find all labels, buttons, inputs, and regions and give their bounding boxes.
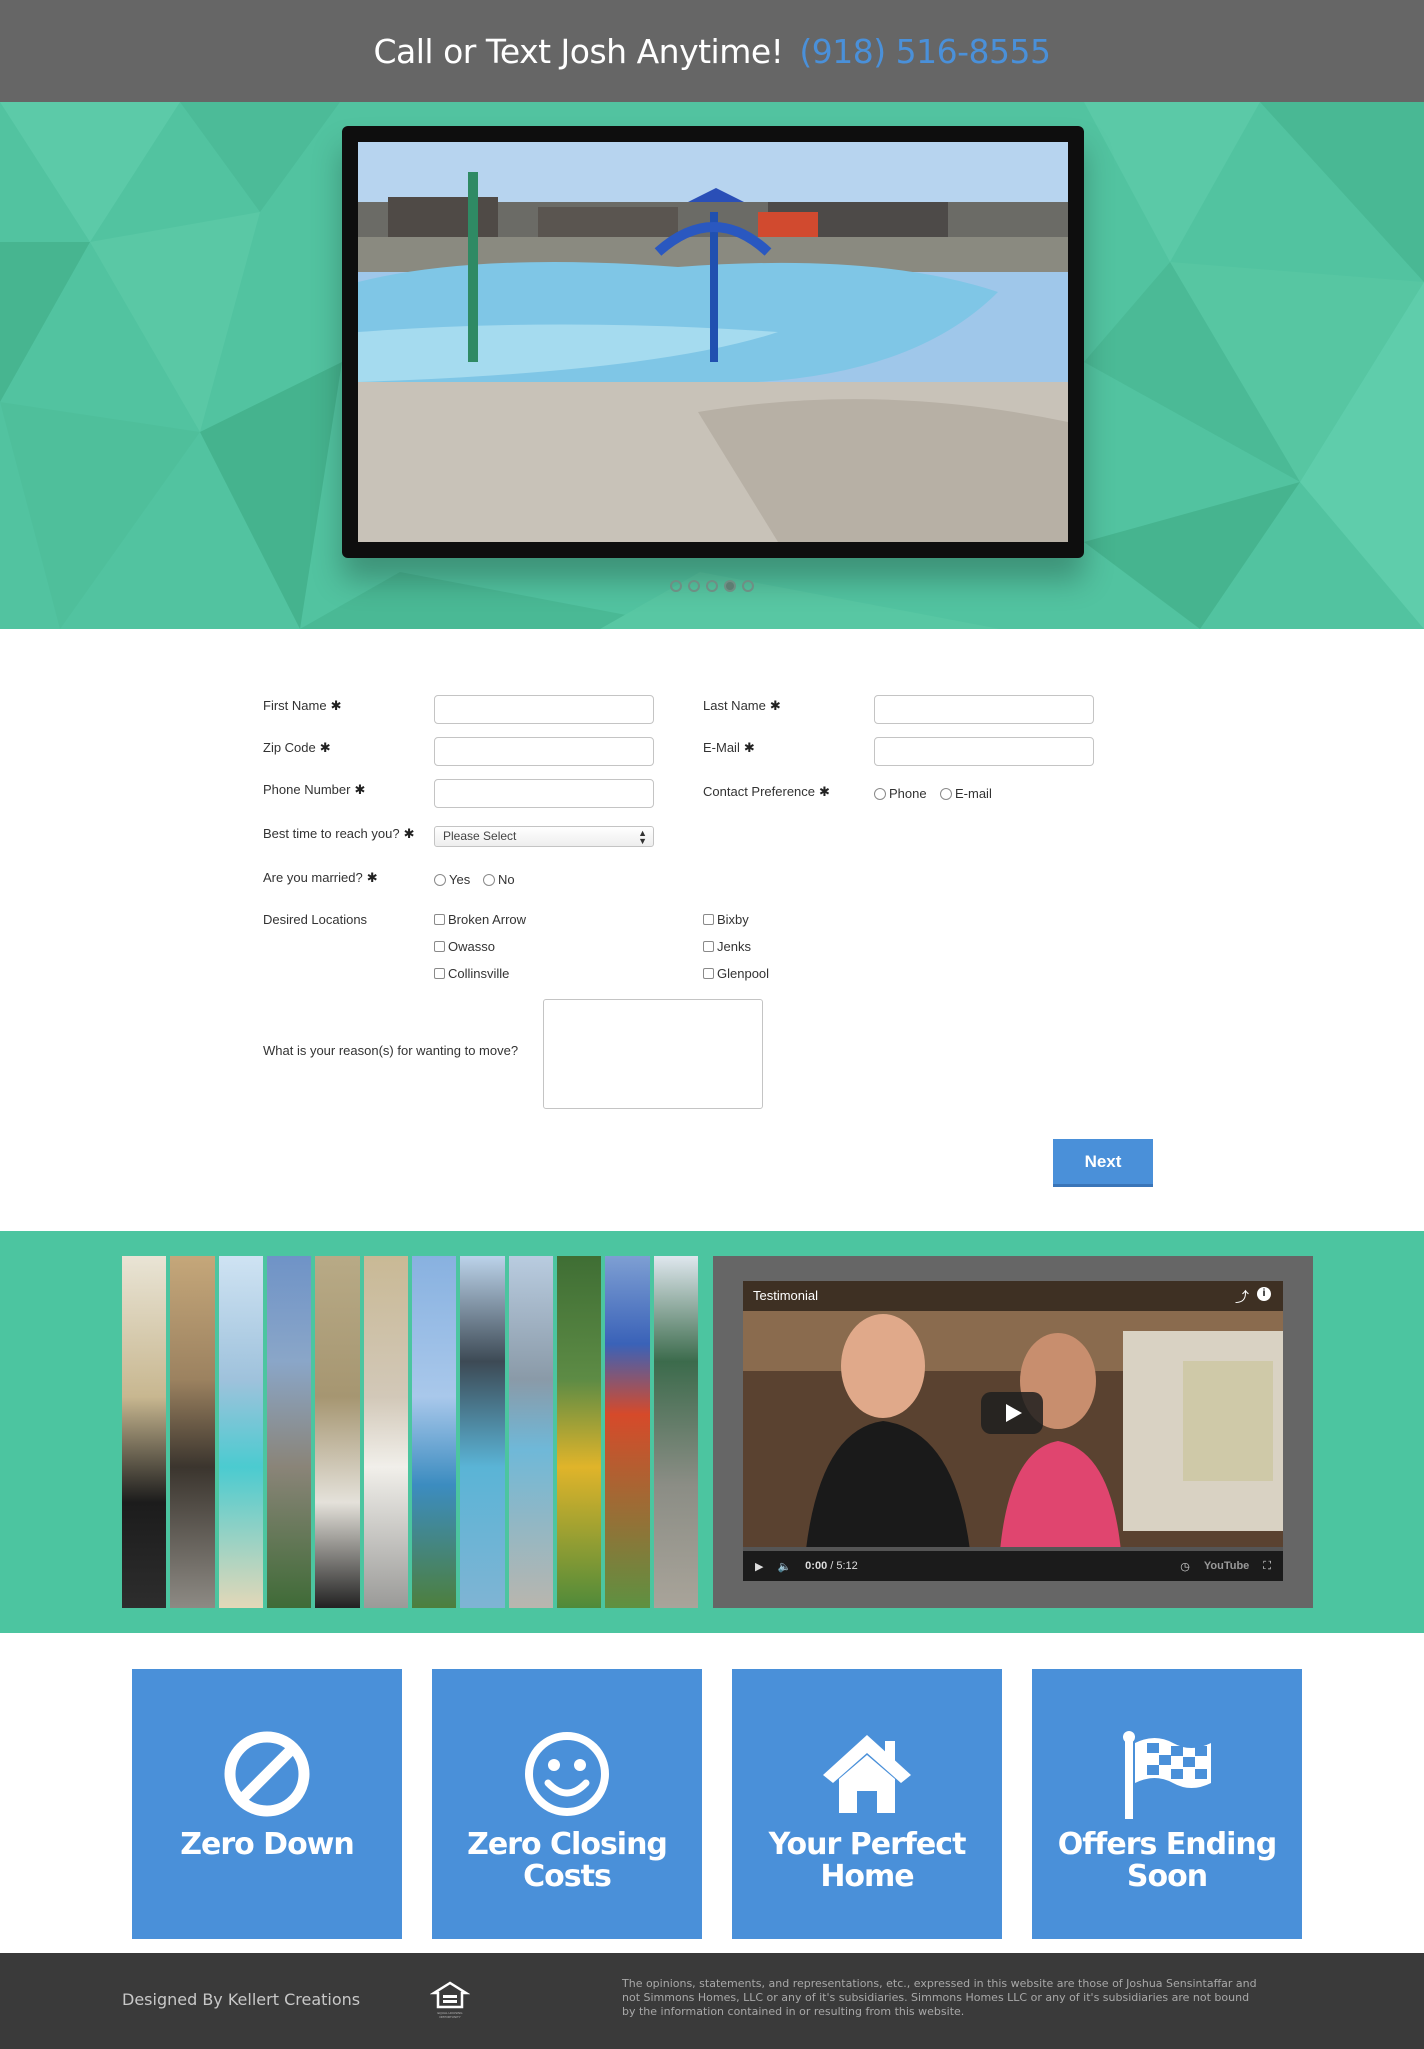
- gallery-strip[interactable]: [556, 1256, 602, 1608]
- slide-dot-1[interactable]: [670, 580, 682, 592]
- location-checkbox[interactable]: [703, 941, 714, 952]
- best-time-select[interactable]: Please Select ▲ ▼: [434, 826, 654, 847]
- reason-label: What is your reason(s) for wanting to mo…: [263, 1043, 519, 1058]
- location-checkbox[interactable]: [434, 914, 445, 925]
- call-to-action-text: Call or Text Josh Anytime!: [373, 31, 784, 71]
- phone-link[interactable]: (918) 516-8555: [799, 32, 1051, 71]
- next-button[interactable]: Next: [1053, 1139, 1153, 1187]
- slider-pagination: [0, 580, 1424, 592]
- slideshow-frame: [342, 126, 1084, 558]
- gallery-strip[interactable]: [508, 1256, 553, 1608]
- designer-credit[interactable]: Designed By Kellert Creations: [122, 1990, 360, 2009]
- tile-zero-closing-costs[interactable]: Zero Closing Costs: [432, 1669, 702, 1939]
- last-name-input[interactable]: [874, 695, 1094, 724]
- zip-code-label: Zip Code ✱: [263, 740, 331, 755]
- contact-email-option[interactable]: E-mail: [940, 786, 992, 801]
- video-title: Testimonial: [743, 1281, 1283, 1311]
- testimonial-video-panel: Testimonial ⤴ i ▶ 🔈 0:00 / 5:12 ◷ YouTub…: [713, 1256, 1313, 1608]
- youtube-logo[interactable]: YouTube: [1204, 1560, 1249, 1572]
- fullscreen-icon[interactable]: ⛶: [1263, 1560, 1271, 1573]
- equal-housing-text: EQUAL HOUSING OPPORTUNITY: [437, 2011, 463, 2019]
- contact-email-radio[interactable]: [940, 787, 952, 800]
- tile-your-perfect-home[interactable]: Your Perfect Home: [732, 1669, 1002, 1939]
- location-broken-arrow[interactable]: Broken Arrow: [434, 912, 526, 927]
- slide-dot-4[interactable]: [724, 580, 736, 592]
- smiley-icon: [432, 1729, 702, 1821]
- gallery-band: Testimonial ⤴ i ▶ 🔈 0:00 / 5:12 ◷ YouTub…: [0, 1231, 1424, 1633]
- location-checkbox[interactable]: [703, 914, 714, 925]
- location-bixby[interactable]: Bixby: [703, 912, 749, 927]
- gallery-strip[interactable]: [411, 1256, 457, 1608]
- married-yes-option[interactable]: Yes: [434, 872, 470, 887]
- tile-zero-down[interactable]: Zero Down: [132, 1669, 402, 1939]
- slide-dot-5[interactable]: [742, 580, 754, 592]
- feature-tiles: Zero Down Zero Closing Costs Your Perfec…: [0, 1633, 1424, 1953]
- gallery-strip[interactable]: [653, 1256, 698, 1608]
- equal-housing-logo: EQUAL HOUSING OPPORTUNITY: [429, 1981, 471, 2021]
- tile-title: Offers Ending Soon: [1057, 1827, 1278, 1894]
- top-banner: Call or Text Josh Anytime! (918) 516-855…: [0, 0, 1424, 102]
- testimonial-video-player[interactable]: Testimonial ⤴ i ▶ 🔈 0:00 / 5:12 ◷ YouTub…: [743, 1281, 1283, 1581]
- gallery-strip[interactable]: [122, 1256, 167, 1608]
- married-no-radio[interactable]: [483, 873, 495, 886]
- best-time-label: Best time to reach you? ✱: [263, 826, 415, 841]
- first-name-input[interactable]: [434, 695, 654, 724]
- location-checkbox[interactable]: [434, 941, 445, 952]
- gallery-strip[interactable]: [460, 1256, 505, 1608]
- footer: Designed By Kellert Creations EQUAL HOUS…: [0, 1953, 1424, 2049]
- phone-number-input[interactable]: [434, 779, 654, 808]
- last-name-label: Last Name ✱: [703, 698, 781, 713]
- home-icon: [732, 1729, 1002, 1821]
- info-icon[interactable]: i: [1257, 1287, 1271, 1301]
- gallery-strip[interactable]: [315, 1256, 360, 1608]
- gallery-strip[interactable]: [363, 1256, 408, 1608]
- slide-dot-2[interactable]: [688, 580, 700, 592]
- select-arrows-icon: ▲ ▼: [638, 828, 647, 846]
- share-icon[interactable]: ⤴: [1235, 1287, 1249, 1307]
- tile-title: Zero Down: [180, 1827, 355, 1862]
- location-checkbox[interactable]: [703, 968, 714, 979]
- checkered-flag-icon: [1032, 1729, 1302, 1821]
- volume-icon[interactable]: 🔈: [777, 1560, 791, 1573]
- married-no-option[interactable]: No: [483, 872, 515, 887]
- gallery-strip[interactable]: [170, 1256, 215, 1608]
- gallery-strip[interactable]: [218, 1256, 263, 1608]
- desired-locations-label: Desired Locations: [263, 912, 368, 927]
- slide-image-pool: [358, 142, 1068, 542]
- pool-photo: [358, 142, 1068, 542]
- reason-textarea[interactable]: [543, 999, 763, 1109]
- watch-later-icon[interactable]: ◷: [1180, 1560, 1190, 1573]
- hero-slider: [0, 102, 1424, 629]
- email-input[interactable]: [874, 737, 1094, 766]
- location-checkbox[interactable]: [434, 968, 445, 979]
- zip-code-input[interactable]: [434, 737, 654, 766]
- play-button[interactable]: [981, 1392, 1043, 1434]
- married-yes-radio[interactable]: [434, 873, 446, 886]
- location-glenpool[interactable]: Glenpool: [703, 966, 769, 981]
- video-controls: ▶ 🔈 0:00 / 5:12 ◷ YouTube ⛶: [743, 1551, 1283, 1581]
- tile-title: Your Perfect Home: [768, 1827, 967, 1894]
- photo-strip-gallery: [122, 1256, 698, 1608]
- video-time: 0:00 / 5:12: [805, 1560, 858, 1572]
- tile-offers-ending-soon[interactable]: Offers Ending Soon: [1032, 1669, 1302, 1939]
- gallery-strip[interactable]: [266, 1256, 312, 1608]
- phone-number-label: Phone Number ✱: [263, 782, 366, 797]
- no-symbol-icon: [132, 1729, 402, 1821]
- lead-form: First Name ✱ Last Name ✱ Zip Code ✱ E-Mail ✱…: [0, 629, 1424, 1231]
- play-icon[interactable]: ▶: [755, 1560, 763, 1573]
- contact-phone-radio[interactable]: [874, 787, 886, 800]
- first-name-label: First Name ✱: [263, 698, 342, 713]
- location-jenks[interactable]: Jenks: [703, 939, 751, 954]
- contact-phone-option[interactable]: Phone: [874, 786, 927, 801]
- email-label: E-Mail ✱: [703, 740, 755, 755]
- location-collinsville[interactable]: Collinsville: [434, 966, 509, 981]
- location-owasso[interactable]: Owasso: [434, 939, 495, 954]
- slide-dot-3[interactable]: [706, 580, 718, 592]
- married-label: Are you married? ✱: [263, 870, 378, 885]
- contact-preference-label: Contact Preference ✱: [703, 784, 830, 799]
- tile-title: Zero Closing Costs: [467, 1827, 668, 1894]
- gallery-strip[interactable]: [605, 1256, 650, 1608]
- legal-disclaimer: The opinions, statements, and representa…: [622, 1977, 1257, 2018]
